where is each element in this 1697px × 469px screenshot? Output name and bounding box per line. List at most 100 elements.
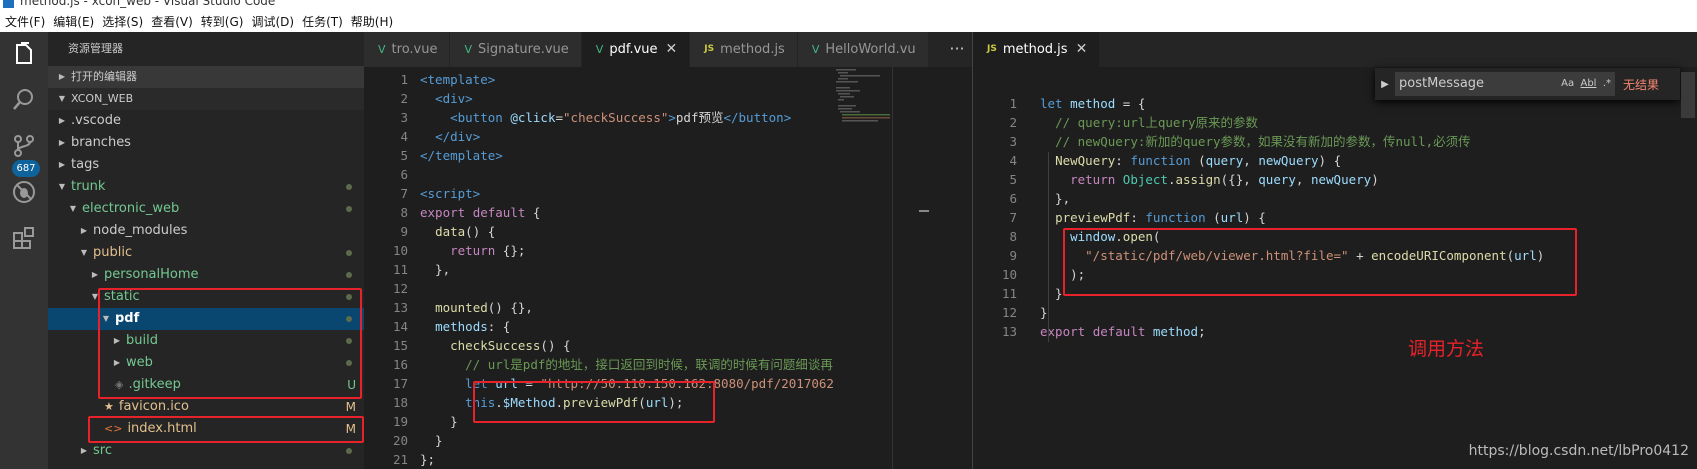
extensions-icon[interactable] (0, 216, 48, 260)
code-line: 4 NewQuery: function (query, newQuery) { (973, 151, 1673, 170)
tab-tro-vue[interactable]: Vtro.vue (364, 32, 451, 67)
overview-ruler-marker (919, 210, 929, 212)
line-number: 5 (400, 148, 408, 163)
tab-label: method.js (720, 42, 785, 57)
close-icon[interactable]: ✕ (1076, 32, 1088, 67)
code-text: checkSuccess() { (450, 338, 571, 353)
code-text: } (1040, 305, 1048, 320)
code-text: } (420, 433, 443, 448)
chevron-right-icon: ▶ (58, 160, 66, 169)
js-file-icon: JS (987, 44, 997, 54)
tab-method-js-right[interactable]: JS method.js ✕ (973, 32, 1101, 67)
code-line: 5 return Object.assign({}, query, newQue… (973, 170, 1673, 189)
tree-item[interactable]: ▶ branches (48, 132, 364, 154)
tab-method-js[interactable]: JS method.js (690, 32, 798, 67)
code-line: 5 </template> (364, 146, 834, 165)
code-text: return Object.assign({}, query, newQuery… (1070, 172, 1379, 187)
tree-item[interactable]: ▶ tags (48, 154, 364, 176)
tab-label: pdf.vue (609, 42, 658, 57)
match-case-icon[interactable]: Aa (1561, 78, 1574, 89)
chevron-right-icon: ▶ (58, 72, 66, 81)
tab-label: tro.vue (391, 42, 438, 57)
regex-icon[interactable]: .* (1603, 78, 1611, 89)
line-number: 12 (1001, 305, 1017, 320)
explorer-icon[interactable] (0, 32, 48, 76)
line-number: 5 (1009, 172, 1017, 187)
vue-file-icon: V (378, 43, 386, 56)
workspace-root-label: XCON_WEB (71, 92, 134, 105)
chevron-down-icon: ▼ (58, 94, 66, 103)
code-line: 12} (973, 303, 1673, 322)
highlight-box-call (473, 381, 715, 423)
menu-item-7[interactable]: 帮助(H) (351, 13, 393, 30)
code-area-right[interactable]: 1 let method = {2 // query:url上query原来的参数… (973, 94, 1673, 341)
line-number: 19 (392, 414, 408, 429)
tree-item[interactable]: ▶ .vscode (48, 110, 364, 132)
line-number: 8 (1009, 229, 1017, 244)
line-number: 3 (400, 110, 408, 125)
open-editors-section[interactable]: ▶ 打开的编辑器 (48, 66, 364, 88)
code-text: mounted() {}, (435, 300, 533, 315)
code-line: 6 (364, 165, 834, 184)
git-status-badge: M (345, 400, 356, 414)
tree-item-label: trunk (71, 179, 106, 194)
vscode-logo-icon (3, 0, 14, 8)
close-icon[interactable]: ✕ (666, 32, 678, 67)
tree-item[interactable]: ▼ electronic_web (48, 198, 364, 220)
more-actions-icon[interactable]: ··· (942, 32, 972, 67)
menu-bar: 文件(F) 编辑(E) 选择(S) 查看(V) 转到(G) 调试(D) 任务(T) 帮助(H) (0, 10, 1697, 32)
find-result-text: 无结果 (1623, 77, 1660, 92)
tab-bar-left: Vtro.vue V Signature.vue Vpdf.vue ✕ JS method.… (364, 32, 972, 67)
menu-item-4[interactable]: 转到(G) (201, 13, 244, 30)
menu-item-0[interactable]: 文件(F) (5, 13, 45, 30)
code-line: 11 }, (364, 260, 834, 279)
code-text: previewPdf: function (url) { (1055, 210, 1266, 225)
annotation-label: 调用方法 (1408, 338, 1485, 360)
tab-helloworld-vu[interactable]: V HelloWorld.vu (797, 32, 929, 67)
tree-item[interactable]: ▶ src (48, 440, 364, 462)
code-line: 21}; (364, 450, 834, 469)
line-number: 4 (1009, 153, 1017, 168)
tab-signature-vue[interactable]: V Signature.vue (450, 32, 582, 67)
search-icon[interactable] (0, 78, 48, 122)
tree-item[interactable]: ★ favicon.ico M (48, 396, 364, 418)
line-number: 9 (1009, 248, 1017, 263)
tree-item[interactable]: ▶ personalHome (48, 264, 364, 286)
tab-label: HelloWorld.vu (825, 42, 916, 57)
tab-label: method.js (1002, 42, 1068, 57)
tree-item[interactable]: ▼ public (48, 242, 364, 264)
tree-item[interactable]: ▶ node_modules (48, 220, 364, 242)
workspace-root-section[interactable]: ▼ XCON_WEB (48, 88, 364, 110)
chevron-down-icon: ▼ (69, 204, 77, 213)
code-text: // url是pdf的地址，接口返回到时候，联调的时候有问题细谈再 (465, 357, 833, 372)
minimap-left[interactable] (834, 67, 892, 469)
toggle-replace-chevron-icon[interactable]: ▶ (1375, 79, 1395, 90)
line-number: 16 (392, 357, 408, 372)
menu-item-2[interactable]: 选择(S) (102, 13, 143, 30)
menu-item-3[interactable]: 查看(V) (151, 13, 193, 30)
explorer-sidebar: 资源管理器 ▶ 打开的编辑器 ▼ XCON_WEB ▶ .vscode ▶ branche… (48, 32, 364, 469)
find-input[interactable]: postMessage Aa Abl .* (1395, 72, 1615, 96)
line-number: 2 (1009, 115, 1017, 130)
activity-bar: 687 (0, 32, 48, 469)
menu-item-5[interactable]: 调试(D) (251, 13, 294, 30)
indent-guide (1048, 152, 1049, 342)
tree-item-label: public (93, 245, 133, 260)
tree-item[interactable]: ▼ trunk (48, 176, 364, 198)
js-file-icon: JS (704, 44, 715, 54)
line-number: 1 (1009, 96, 1017, 111)
menu-item-1[interactable]: 编辑(E) (53, 13, 94, 30)
tab-pdf-vue[interactable]: Vpdf.vue ✕ (581, 32, 691, 67)
code-text: }, (1040, 191, 1071, 206)
tree-item-label: .vscode (71, 113, 121, 128)
code-text: <div> (435, 91, 473, 106)
git-status-dot (346, 184, 352, 190)
scrollbar-right[interactable] (1681, 72, 1695, 118)
whole-word-icon[interactable]: Abl (1580, 78, 1596, 89)
code-text: export default method; (1040, 324, 1206, 339)
code-text: }, (420, 262, 451, 277)
menu-item-6[interactable]: 任务(T) (302, 13, 343, 30)
code-line: 12 (364, 279, 834, 298)
debug-icon[interactable] (0, 170, 48, 214)
line-number: 7 (1009, 210, 1017, 225)
